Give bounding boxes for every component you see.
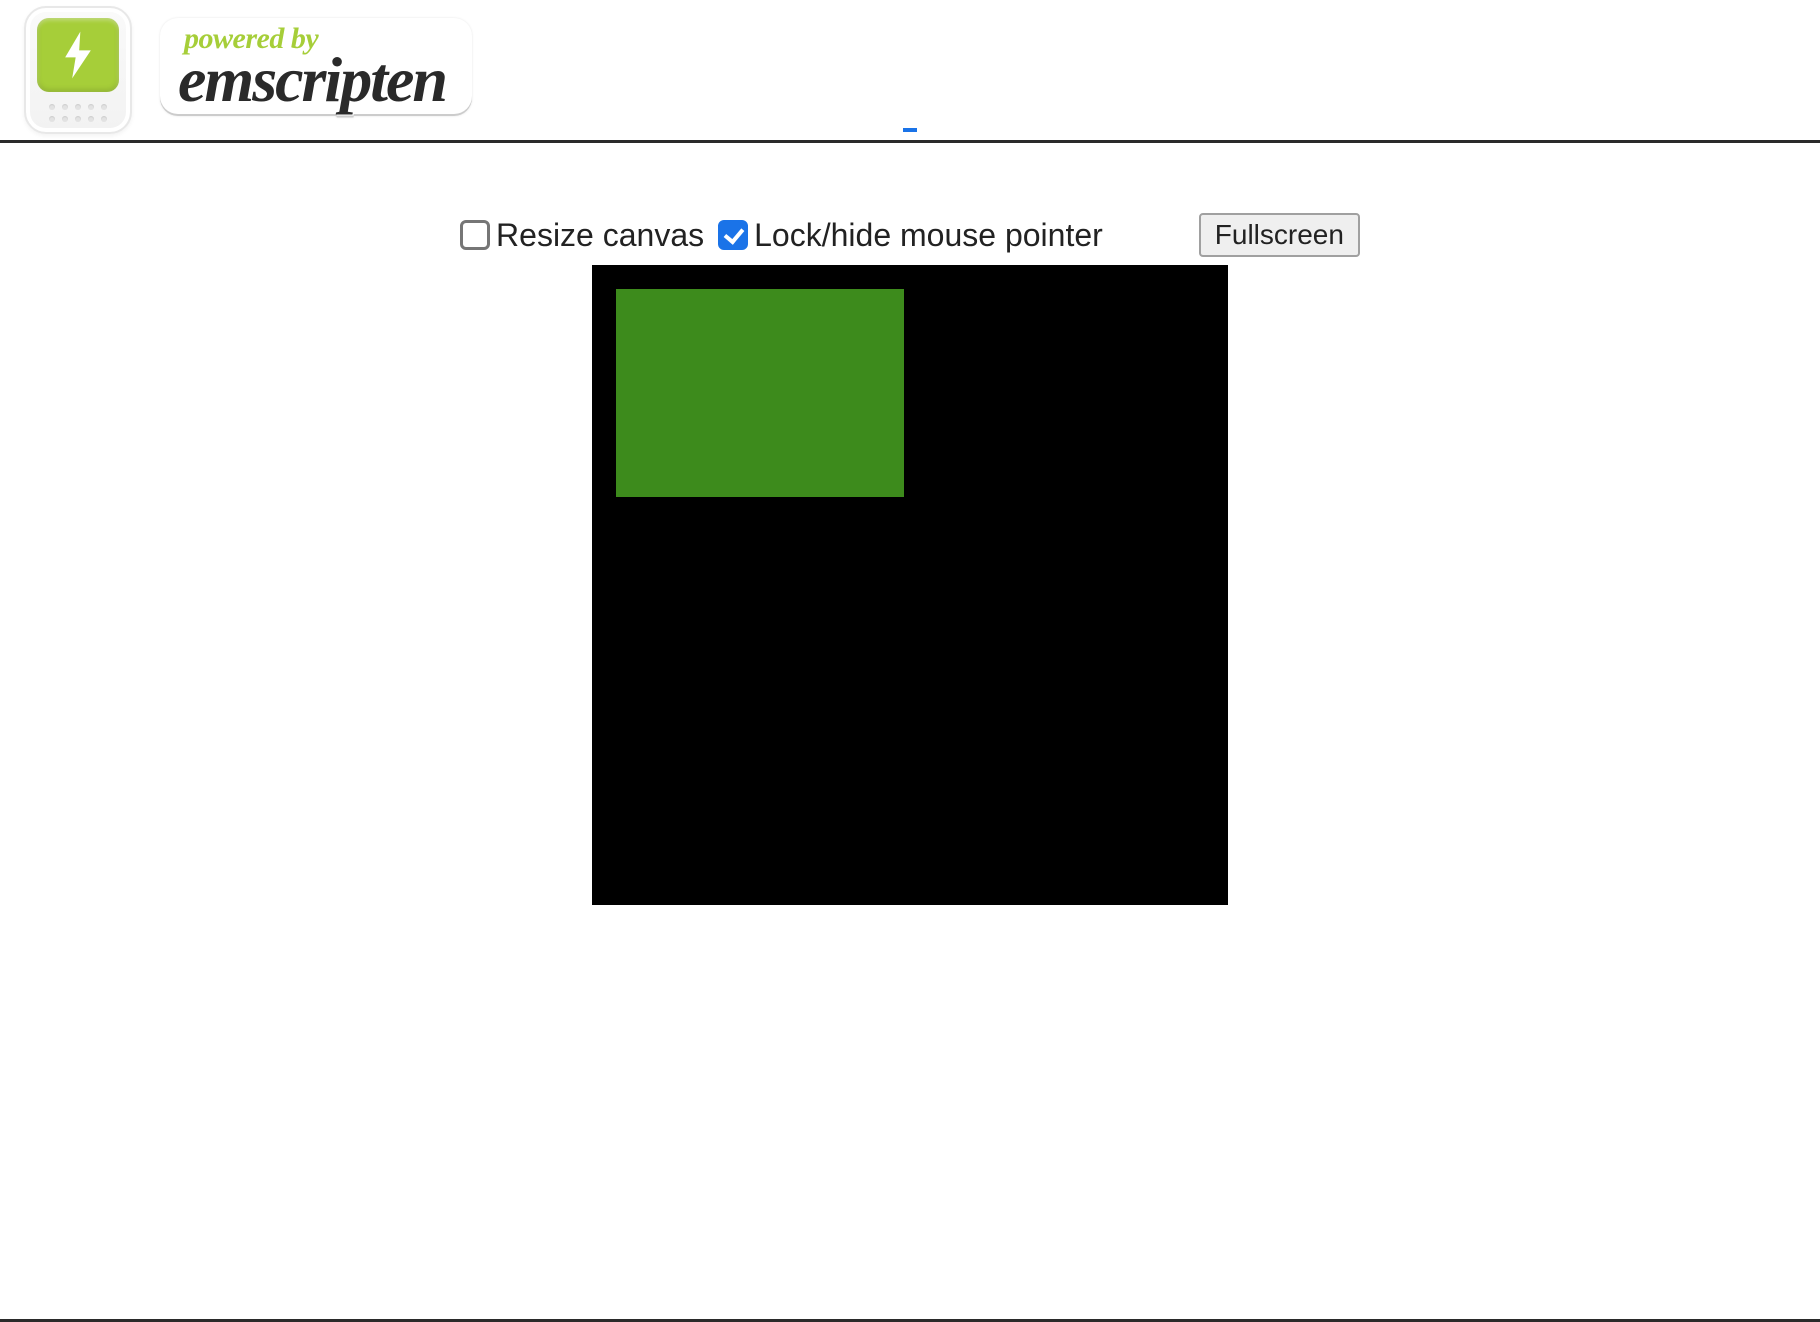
application-canvas[interactable] [592,265,1228,905]
header: powered by emscripten [0,0,1820,140]
logo-dots-row-2 [49,116,107,122]
brand-block: powered by emscripten [146,14,492,126]
controls-row: Resize canvas Lock/hide mouse pointer Fu… [0,213,1820,257]
lock-pointer-control[interactable]: Lock/hide mouse pointer [718,217,1103,254]
logo-dots-row-1 [49,104,107,110]
emscripten-logo-badge [24,6,132,134]
lock-pointer-checkbox[interactable] [718,220,748,250]
resize-canvas-control[interactable]: Resize canvas [460,217,704,254]
resize-canvas-label: Resize canvas [496,217,704,254]
loading-indicator [903,128,917,132]
lock-pointer-label: Lock/hide mouse pointer [754,217,1103,254]
logo-top-panel [37,18,119,92]
bolt-icon [64,31,92,79]
canvas-green-rect [616,289,904,497]
fullscreen-button[interactable]: Fullscreen [1199,213,1360,257]
resize-canvas-checkbox[interactable] [460,220,490,250]
brand-name: emscripten [178,48,446,112]
canvas-wrap [0,265,1820,905]
divider-top [0,140,1820,143]
